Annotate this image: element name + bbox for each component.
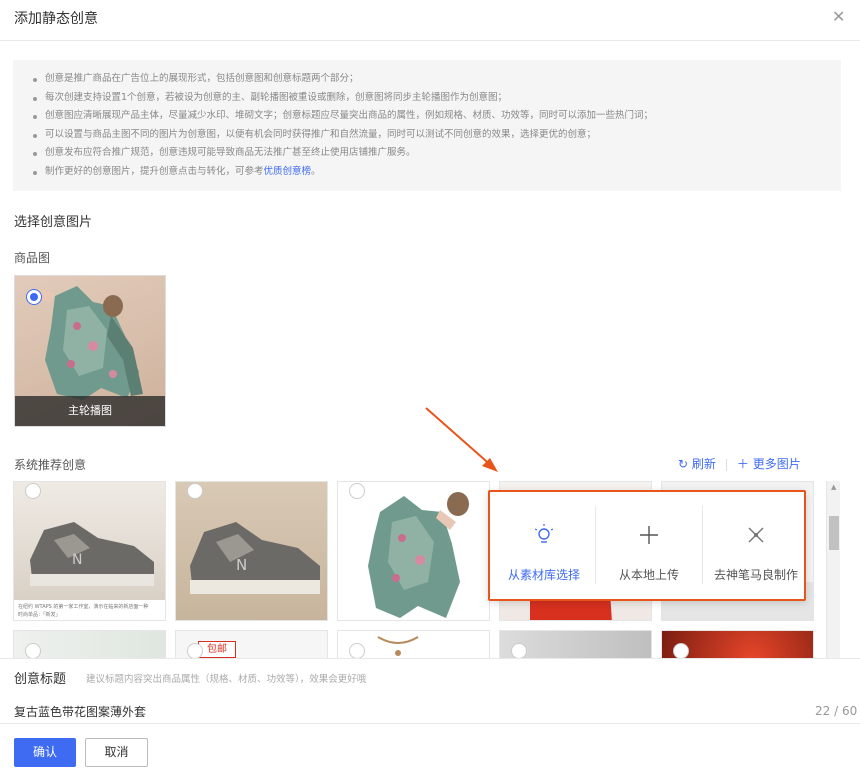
- recommend-card[interactable]: N: [175, 481, 328, 621]
- quality-creative-link[interactable]: 优质创意榜: [264, 166, 312, 177]
- refresh-label: 刷新: [691, 457, 716, 471]
- annotation-arrow-icon: [425, 407, 498, 472]
- recommend-label: 系统推荐创意: [14, 458, 87, 472]
- creative-title-label: 创意标题: [14, 672, 67, 687]
- svg-text:N: N: [72, 552, 82, 568]
- recommend-card[interactable]: [661, 630, 814, 658]
- recommend-card[interactable]: 包邮: [175, 630, 328, 658]
- refresh-icon: ↻: [678, 457, 689, 471]
- shoe-photo: N: [14, 482, 165, 600]
- recommend-card[interactable]: [337, 630, 490, 658]
- shoe-photo: N: [176, 482, 327, 620]
- option-label: 从素材库选择: [507, 568, 580, 582]
- option-label: 去神笔马良制作: [713, 568, 798, 582]
- dialog-header: 添加静态创意 ✕: [0, 0, 860, 41]
- character-count: 22 / 60: [815, 704, 858, 718]
- product-image-label: 商品图: [14, 251, 51, 265]
- magic-pen-option[interactable]: 去神笔马良制作: [704, 506, 808, 584]
- dialog-title: 添加静态创意: [14, 11, 98, 27]
- card-radio[interactable]: [673, 643, 689, 658]
- option-divider: [595, 506, 596, 584]
- notice-item: 创意图应清晰展现产品主体，尽量减少水印、堆砌文字；创意标题应尽量突出商品的属性，…: [33, 107, 841, 126]
- recommend-actions: ↻ 刷新 ＋ 更多图片: [678, 455, 801, 472]
- option-divider: [702, 506, 703, 584]
- select-from-library-option[interactable]: 从素材库选择: [492, 506, 596, 584]
- recommend-card[interactable]: [499, 630, 652, 658]
- section-title: 选择创意图片: [14, 215, 93, 230]
- upload-local-option[interactable]: 从本地上传: [597, 506, 701, 584]
- pen-ruler-icon: [704, 524, 808, 548]
- upload-options-popup: 从素材库选择 从本地上传 去神笔马良制作: [488, 490, 806, 601]
- grid-scrollbar[interactable]: ▲: [826, 481, 840, 658]
- product-main-image[interactable]: 主轮播图: [14, 275, 166, 427]
- card-radio[interactable]: [187, 483, 203, 499]
- notice-item: 每次创建支持设置1个创意，若被设为创意的主、副轮播图被重设或删除，创意图将同步主…: [33, 89, 841, 108]
- tag-text: 包邮: [207, 644, 227, 655]
- scrollbar-thumb[interactable]: [829, 516, 839, 550]
- confirm-button[interactable]: 确认: [14, 738, 76, 767]
- more-images-button[interactable]: ＋ 更多图片: [737, 457, 801, 471]
- card-radio[interactable]: [25, 483, 41, 499]
- card-radio[interactable]: [349, 483, 365, 499]
- lightbulb-icon: [492, 524, 596, 548]
- plus-icon: [597, 524, 701, 548]
- creative-title-input[interactable]: 复古蓝色带花图案薄外套: [14, 703, 146, 720]
- recommend-card[interactable]: [13, 630, 166, 658]
- option-label: 从本地上传: [618, 568, 679, 582]
- notice-item: 可以设置与商品主图不同的图片为创意图，以便有机会同时获得推广和自然流量，同时可以…: [33, 126, 841, 145]
- card-radio[interactable]: [511, 643, 527, 658]
- card-radio[interactable]: [349, 643, 365, 658]
- actions-divider: [725, 458, 727, 471]
- plus-icon: ＋: [736, 457, 749, 471]
- more-images-label: 更多图片: [752, 457, 801, 471]
- footer-divider: [0, 723, 860, 724]
- card-radio[interactable]: [25, 643, 41, 658]
- product-image-caption: 主轮播图: [15, 396, 165, 426]
- creative-title-hint: 建议标题内容突出商品属性（规格、材质、功效等），效果会更好哦: [86, 674, 367, 685]
- close-icon[interactable]: ✕: [832, 8, 845, 26]
- cancel-button[interactable]: 取消: [85, 738, 148, 767]
- card-radio[interactable]: [187, 643, 203, 658]
- divider: [0, 658, 860, 659]
- notice-box: 创意是推广商品在广告位上的展现形式，包括创意图和创意标题两个部分； 每次创建支持…: [13, 60, 841, 191]
- notice-suffix: 。: [311, 165, 321, 177]
- notice-text: 制作更好的创意图片，提升创意点击与转化，可参考: [45, 165, 264, 177]
- model-photo: [338, 482, 489, 620]
- card-text: 在纽约 WTAPS 的第一家工作室，演示在临来的新店面一种: [18, 604, 149, 610]
- scroll-up-icon[interactable]: ▲: [831, 484, 836, 491]
- recommend-card[interactable]: [337, 481, 490, 621]
- notice-item: 创意是推广商品在广告位上的展现形式，包括创意图和创意标题两个部分；: [33, 70, 841, 89]
- notice-item: 制作更好的创意图片，提升创意点击与转化，可参考优质创意榜。: [33, 163, 841, 182]
- product-image-radio[interactable]: [26, 289, 42, 305]
- refresh-button[interactable]: ↻ 刷新: [678, 457, 716, 471]
- free-shipping-tag: 包邮: [198, 641, 236, 658]
- card-text: 时尚单品：「新发」: [18, 612, 61, 618]
- notice-item: 创意发布应符合推广规范，创意违规可能导致商品无法推广甚至终止使用店铺推广服务。: [33, 144, 841, 163]
- svg-text:N: N: [236, 556, 247, 574]
- recommend-card[interactable]: N 在纽约 WTAPS 的第一家工作室，演示在临来的新店面一种 时尚单品：「新发…: [13, 481, 166, 621]
